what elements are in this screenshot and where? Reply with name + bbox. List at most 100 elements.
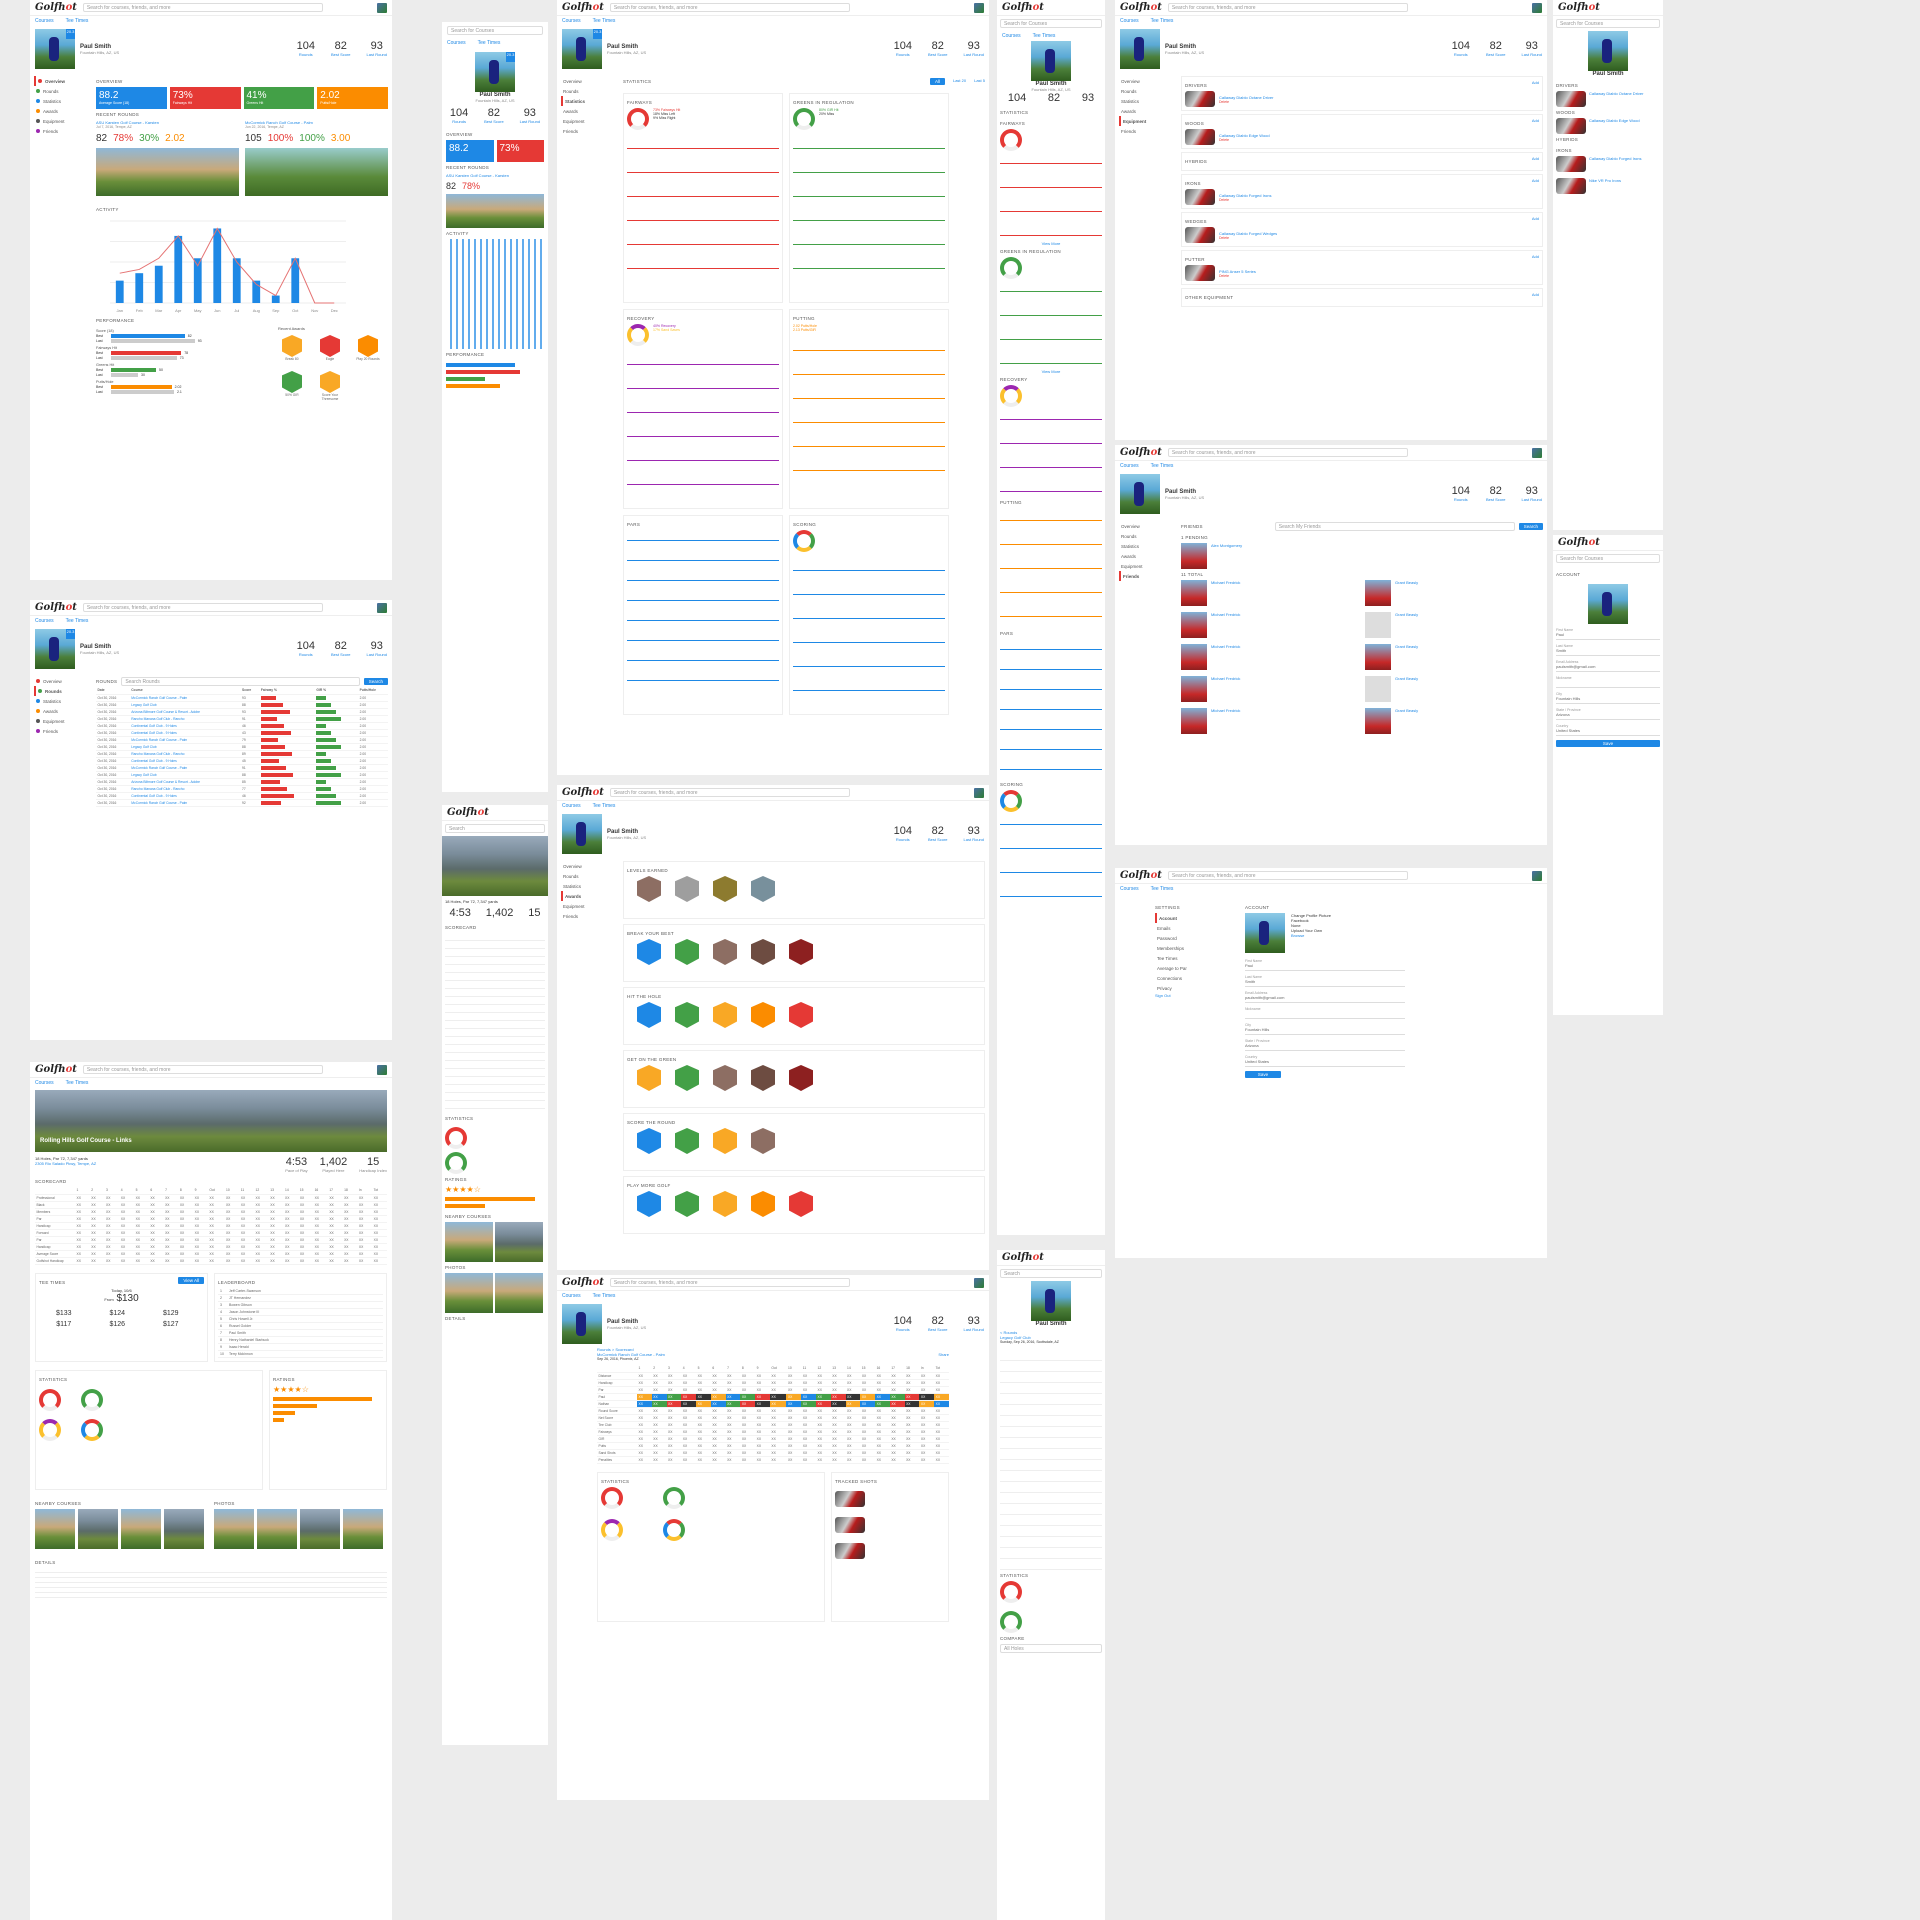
logo[interactable]: Golfhot — [1002, 1252, 1044, 1263]
table-row[interactable]: Oct 30, 2016 Rancho Manana Golf Club - Ra… — [96, 750, 388, 758]
search-input[interactable]: Search for courses, friends, and more — [82, 3, 323, 12]
nav-tee-times[interactable]: Tee Times — [66, 1080, 89, 1086]
stat-best[interactable]: 82 Best Score — [484, 107, 504, 125]
award-badge-icon[interactable] — [713, 939, 737, 965]
logo[interactable]: Golfhot — [1120, 870, 1162, 881]
settings-menu-item[interactable]: Average to Par — [1155, 963, 1235, 973]
award-badge-icon[interactable] — [751, 876, 775, 902]
avatar[interactable] — [974, 787, 984, 798]
nearby-course-photo[interactable] — [164, 1508, 204, 1549]
table-row[interactable]: Oct 30, 2016 Legacy Golf Club 88 2.00 — [96, 743, 388, 751]
award-badge-icon[interactable] — [675, 1065, 699, 1091]
logo[interactable]: Golfhot — [1120, 2, 1162, 13]
filter-last-20[interactable]: Last 20 — [947, 78, 972, 85]
delete-link[interactable]: Delete — [1219, 138, 1270, 142]
stat-last[interactable]: 93 Last Round — [520, 107, 540, 125]
sidebar-item-friends[interactable]: Friends — [34, 726, 88, 736]
filter-all[interactable]: All — [929, 78, 945, 85]
filter-last-5[interactable]: Last 5 — [974, 78, 985, 85]
award-badge-icon[interactable] — [789, 1002, 813, 1028]
settings-menu-item[interactable]: Connections — [1155, 973, 1235, 983]
round-card[interactable]: McCormick Ranch Golf Course - Palm Jun 22… — [245, 120, 388, 196]
course-address[interactable]: 2305 Rio Salado Pkwy, Tempe, AZ — [35, 1161, 96, 1166]
logo[interactable]: Golfhot — [1558, 537, 1600, 548]
logo[interactable]: Golfhot — [35, 1064, 77, 1075]
city-field[interactable]: Fountain Hills — [1245, 1027, 1405, 1035]
award-badge-icon[interactable] — [713, 1002, 737, 1028]
award-badge-icon[interactable] — [789, 1065, 813, 1091]
nav-courses[interactable]: Courses — [35, 1080, 54, 1086]
friends-search-button[interactable]: Search — [1518, 523, 1543, 530]
table-row[interactable]: Oct 30, 2016 Rancho Manana Golf Club - Ra… — [96, 715, 388, 723]
tile-fairways[interactable]: 73% — [496, 140, 544, 162]
tile-avg-score[interactable]: 88.2 — [446, 140, 494, 162]
search-input[interactable]: Search for courses, friends, and more — [1167, 448, 1408, 457]
search-input[interactable]: Search for courses, friends, and more — [82, 603, 323, 612]
add-equipment-link[interactable]: Add — [1532, 292, 1539, 303]
award-badge-icon[interactable] — [713, 1191, 737, 1217]
leaderboard-row[interactable]: 2 JT Hernandez — [218, 1295, 383, 1302]
logo[interactable]: Golfhot — [562, 787, 604, 798]
award-badge-icon[interactable] — [789, 1191, 813, 1217]
stat-rounds[interactable]: 104 Rounds — [450, 107, 468, 125]
tee-time-slot[interactable]: $117 — [39, 1321, 89, 1328]
nav-tee-times[interactable]: Tee Times — [66, 18, 89, 24]
delete-link[interactable]: Delete — [1219, 198, 1271, 202]
settings-menu-item[interactable]: Memberships — [1155, 943, 1235, 953]
nickname-field[interactable] — [1245, 1011, 1405, 1019]
settings-menu-item[interactable]: Privacy — [1155, 983, 1235, 993]
leaderboard-row[interactable]: 3 Bowen Gibson — [218, 1302, 383, 1309]
table-row[interactable]: Oct 30, 2016 Arizona Biltmore Golf Course… — [96, 708, 388, 716]
tile-fairways[interactable]: 73% Fairways Hit — [169, 87, 241, 109]
award-badge[interactable]: Break 80 — [278, 335, 306, 361]
award-badge[interactable]: 50% GIR — [278, 371, 306, 401]
sidebar-item-rounds[interactable]: Rounds — [34, 686, 88, 696]
add-equipment-link[interactable]: Add — [1532, 254, 1539, 265]
search-input[interactable]: Search for courses, friends, and more — [1167, 871, 1408, 880]
state-field[interactable]: Arizona — [1245, 1043, 1405, 1051]
award-badge-icon[interactable] — [675, 876, 699, 902]
delete-link[interactable]: Delete — [1219, 236, 1277, 240]
friend-item[interactable]: Grant Beasly — [1365, 708, 1543, 734]
tile-avg-score[interactable]: 88.2 Average Score (18) — [96, 87, 167, 109]
nav-tee-times[interactable]: Tee Times — [66, 618, 89, 624]
avatar[interactable] — [377, 2, 387, 13]
award-badge[interactable]: Score Your Threesome — [316, 371, 344, 401]
share-button[interactable]: Share — [938, 1352, 949, 1361]
friend-item[interactable]: Michael Fredrick — [1181, 580, 1359, 606]
logo[interactable]: Golfhot — [447, 807, 489, 818]
award-badge-icon[interactable] — [675, 1128, 699, 1154]
sidebar-item-statistics[interactable]: Statistics — [34, 696, 88, 706]
rounds-search-input[interactable]: Search Rounds — [121, 677, 360, 686]
friend-item[interactable]: Michael Fredrick — [1181, 644, 1359, 670]
leaderboard-row[interactable]: 1 Jeff Carter-Swanson — [218, 1288, 383, 1295]
stat-last[interactable]: 93 Last Round — [367, 40, 387, 58]
sidebar-item-awards[interactable]: Awards — [34, 106, 88, 116]
avatar[interactable] — [1532, 870, 1542, 881]
stat-best[interactable]: 82 Best Score — [331, 40, 351, 58]
award-badge-icon[interactable] — [751, 1002, 775, 1028]
add-equipment-link[interactable]: Add — [1532, 118, 1539, 129]
nav-tee-times[interactable]: Tee Times — [478, 40, 501, 46]
leaderboard-row[interactable]: 10 Terry Mckinnon — [218, 1351, 383, 1358]
table-row[interactable]: Oct 30, 2016 Continental Golf Club - 9 Ho… — [96, 792, 388, 800]
award-badge-icon[interactable] — [637, 876, 661, 902]
award-badge-icon[interactable] — [637, 1128, 661, 1154]
sidebar-item-overview[interactable]: Overview — [34, 676, 88, 686]
sign-out-link[interactable]: Sign Out — [1155, 993, 1235, 998]
award-badge-icon[interactable] — [751, 1191, 775, 1217]
settings-menu-item[interactable]: Emails — [1155, 923, 1235, 933]
save-button[interactable]: Save — [1556, 740, 1660, 747]
leaderboard-row[interactable]: 6 Russel Golder — [218, 1323, 383, 1330]
award-badge-icon[interactable] — [751, 939, 775, 965]
nearby-course-photo[interactable] — [78, 1508, 118, 1549]
table-row[interactable]: Oct 30, 2016 Continental Golf Club - 9 Ho… — [96, 722, 388, 730]
avatar[interactable] — [974, 2, 984, 13]
delete-link[interactable]: Delete — [1219, 274, 1256, 278]
logo[interactable]: Golfhot — [1002, 2, 1044, 13]
sidebar-item-awards[interactable]: Awards — [34, 706, 88, 716]
friends-search-input[interactable]: Search My Friends — [1274, 522, 1515, 531]
leaderboard-row[interactable]: 4 Jason Johnstone III — [218, 1309, 383, 1316]
friend-item[interactable]: Grant Beasly — [1365, 612, 1543, 638]
tile-greens[interactable]: 41% Greens Hit — [243, 87, 315, 109]
